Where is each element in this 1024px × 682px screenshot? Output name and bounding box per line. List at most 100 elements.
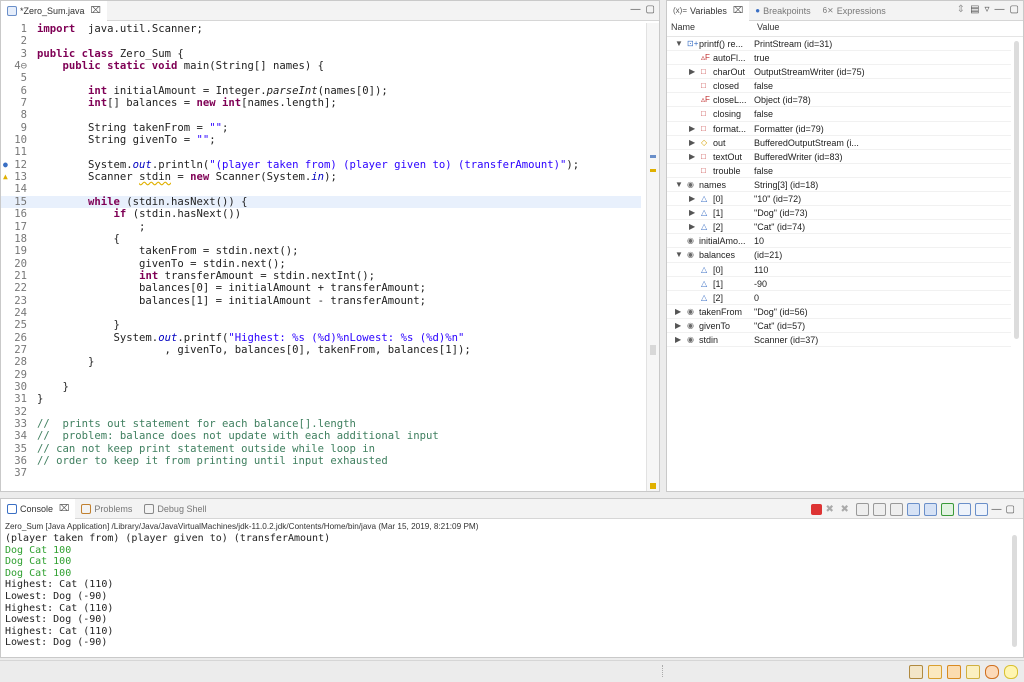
close-icon[interactable]: ⌧ [59, 503, 69, 514]
scroll-lock-icon[interactable] [872, 503, 886, 516]
minimize-icon[interactable]: — [631, 4, 641, 15]
tab-console[interactable]: Console ⌧ [1, 498, 76, 519]
tab-expressions[interactable]: 6⨯ Expressions [817, 1, 892, 21]
notification-icon[interactable] [909, 665, 923, 679]
code-line[interactable]: 16 if (stdin.hasNext()) [1, 208, 641, 220]
show-on-output-icon[interactable] [906, 503, 920, 516]
code-line[interactable]: 11 [1, 146, 641, 158]
tips-icon[interactable] [928, 665, 942, 679]
view-menu-icon[interactable]: ▿ [985, 4, 990, 15]
variable-row[interactable]: ▶ △ [2] "Cat" (id=74) [667, 220, 1011, 235]
console-scrollbar[interactable] [1012, 535, 1017, 647]
close-icon[interactable]: ⌧ [91, 5, 101, 16]
code-line[interactable]: 15 while (stdin.hasNext()) { [1, 195, 641, 209]
variable-row[interactable]: ▶ △ [1] "Dog" (id=73) [667, 206, 1011, 221]
maximize-icon[interactable]: ▢ [1006, 504, 1015, 515]
col-value-header[interactable]: Value [753, 22, 779, 36]
collapsed-arrow-icon[interactable]: ▶ [689, 122, 695, 136]
collapsed-arrow-icon[interactable]: ▶ [689, 136, 695, 150]
code-line[interactable]: 26 System.out.printf("Highest: %s (%d)%n… [1, 332, 641, 344]
console-output[interactable]: (player taken from) (player given to) (t… [5, 533, 1007, 653]
code-line[interactable]: 18 { [1, 233, 641, 245]
word-wrap-icon[interactable] [889, 503, 903, 516]
code-line[interactable]: 3 public class Zero_Sum { [1, 48, 641, 60]
remove-all-icon[interactable]: ✖ [841, 504, 852, 515]
variable-row[interactable]: □ closed false [667, 79, 1011, 94]
display-console-icon[interactable] [957, 503, 971, 516]
code-line[interactable]: 8 [1, 109, 641, 121]
editor-tab[interactable]: *Zero_Sum.java ⌧ [1, 0, 107, 21]
ruler-mark[interactable] [650, 483, 656, 489]
clear-console-icon[interactable] [855, 503, 869, 516]
code-line[interactable]: 25 } [1, 319, 641, 331]
code-line[interactable]: 14 [1, 183, 641, 195]
open-console-icon[interactable] [974, 503, 988, 516]
remove-launch-icon[interactable]: ✖ [826, 504, 837, 515]
code-line[interactable]: 19 takenFrom = stdin.next(); [1, 245, 641, 257]
help-icon[interactable] [985, 665, 999, 679]
lightbulb-icon[interactable] [1004, 665, 1018, 679]
expanded-arrow-icon[interactable]: ▼ [675, 248, 683, 262]
tab-problems[interactable]: Problems [75, 499, 138, 519]
collapsed-arrow-icon[interactable]: ▶ [689, 150, 695, 164]
code-line[interactable]: 22 balances[0] = initialAmount + transfe… [1, 282, 641, 294]
layout-icon[interactable]: ▤ [970, 4, 979, 15]
variable-row[interactable]: ▼ ◉ names String[3] (id=18) [667, 178, 1011, 193]
variable-row[interactable]: ▶ ◉ givenTo "Cat" (id=57) [667, 319, 1011, 333]
collapsed-arrow-icon[interactable]: ▶ [689, 206, 695, 220]
overview-ruler[interactable] [646, 23, 659, 491]
hat-icon[interactable] [947, 665, 961, 679]
collapsed-arrow-icon[interactable]: ▶ [689, 65, 695, 79]
status-grip[interactable] [662, 665, 665, 677]
code-line[interactable]: 36 // order to keep it from printing unti… [1, 455, 641, 467]
variable-row[interactable]: ▶ ◉ stdin Scanner (id=37) [667, 333, 1011, 348]
variable-row[interactable]: ▶ □ charOut OutputStreamWriter (id=75) [667, 65, 1011, 80]
code-line[interactable]: 2 [1, 35, 641, 47]
code-line[interactable]: 32 [1, 406, 641, 418]
code-line[interactable]: 33 // prints out statement for each balan… [1, 418, 641, 430]
collapsed-arrow-icon[interactable]: ▶ [675, 305, 681, 319]
variable-row[interactable]: ▶ □ format... Formatter (id=79) [667, 122, 1011, 136]
variable-row[interactable]: △ [1] -90 [667, 277, 1011, 291]
variables-scrollbar[interactable] [1014, 41, 1019, 339]
collapsed-arrow-icon[interactable]: ▶ [675, 319, 681, 333]
code-line[interactable]: 17 ; [1, 221, 641, 233]
code-line[interactable]: 31} [1, 393, 641, 405]
variable-row[interactable]: ▵F closeL... Object (id=78) [667, 93, 1011, 108]
ruler-mark[interactable] [650, 169, 656, 172]
variable-row[interactable]: □ trouble false [667, 164, 1011, 178]
code-line[interactable]: 9 String takenFrom = ""; [1, 122, 641, 134]
code-line[interactable]: 1 import java.util.Scanner; [1, 23, 641, 35]
code-line[interactable]: 20 givenTo = stdin.next(); [1, 258, 641, 270]
expanded-arrow-icon[interactable]: ▼ [675, 37, 683, 51]
tab-variables[interactable]: (x)= Variables ⌧ [667, 0, 750, 21]
code-area[interactable]: 1 import java.util.Scanner; 2 3 public class… [1, 23, 641, 481]
code-line[interactable]: 4⊖ public static void main(String[] name… [1, 60, 641, 72]
code-line[interactable]: 23 balances[1] = initialAmount - transfe… [1, 295, 641, 307]
minimize-icon[interactable]: — [995, 4, 1005, 15]
code-line[interactable]: 27 , givenTo, balances[0], takenFrom, ba… [1, 344, 641, 356]
collapse-all-icon[interactable]: ⇕ [957, 4, 965, 15]
code-line[interactable]: 5 [1, 72, 641, 84]
tab-breakpoints[interactable]: ● Breakpoints [749, 1, 816, 21]
code-line[interactable]: 29 [1, 369, 641, 381]
code-line[interactable]: 6 int initialAmount = Integer.parseInt(n… [1, 85, 641, 97]
show-on-error-icon[interactable] [923, 503, 937, 516]
code-line[interactable]: 30 } [1, 381, 641, 393]
variable-row[interactable]: ▼ ⊡+ printf() re... PrintStream (id=31) [667, 37, 1011, 52]
collapsed-arrow-icon[interactable]: ▶ [675, 333, 681, 347]
maximize-icon[interactable]: ▢ [1010, 4, 1019, 15]
variable-row[interactable]: □ closing false [667, 107, 1011, 122]
variable-row[interactable]: ▶ ◉ takenFrom "Dog" (id=56) [667, 305, 1011, 319]
code-line[interactable]: 21 int transferAmount = stdin.nextInt(); [1, 270, 641, 282]
tab-debug-shell[interactable]: Debug Shell [138, 499, 212, 519]
code-line[interactable]: 37 [1, 467, 641, 479]
collapsed-arrow-icon[interactable]: ▶ [689, 220, 695, 234]
variable-row[interactable]: ▶ △ [0] "10" (id=72) [667, 192, 1011, 207]
minimize-icon[interactable]: — [992, 504, 1002, 515]
code-line[interactable]: 10 String givenTo = ""; [1, 134, 641, 146]
code-line[interactable]: 28 } [1, 356, 641, 368]
ruler-mark[interactable] [650, 345, 656, 355]
variable-row[interactable]: ▵F autoFl... true [667, 51, 1011, 66]
expanded-arrow-icon[interactable]: ▼ [675, 178, 683, 192]
